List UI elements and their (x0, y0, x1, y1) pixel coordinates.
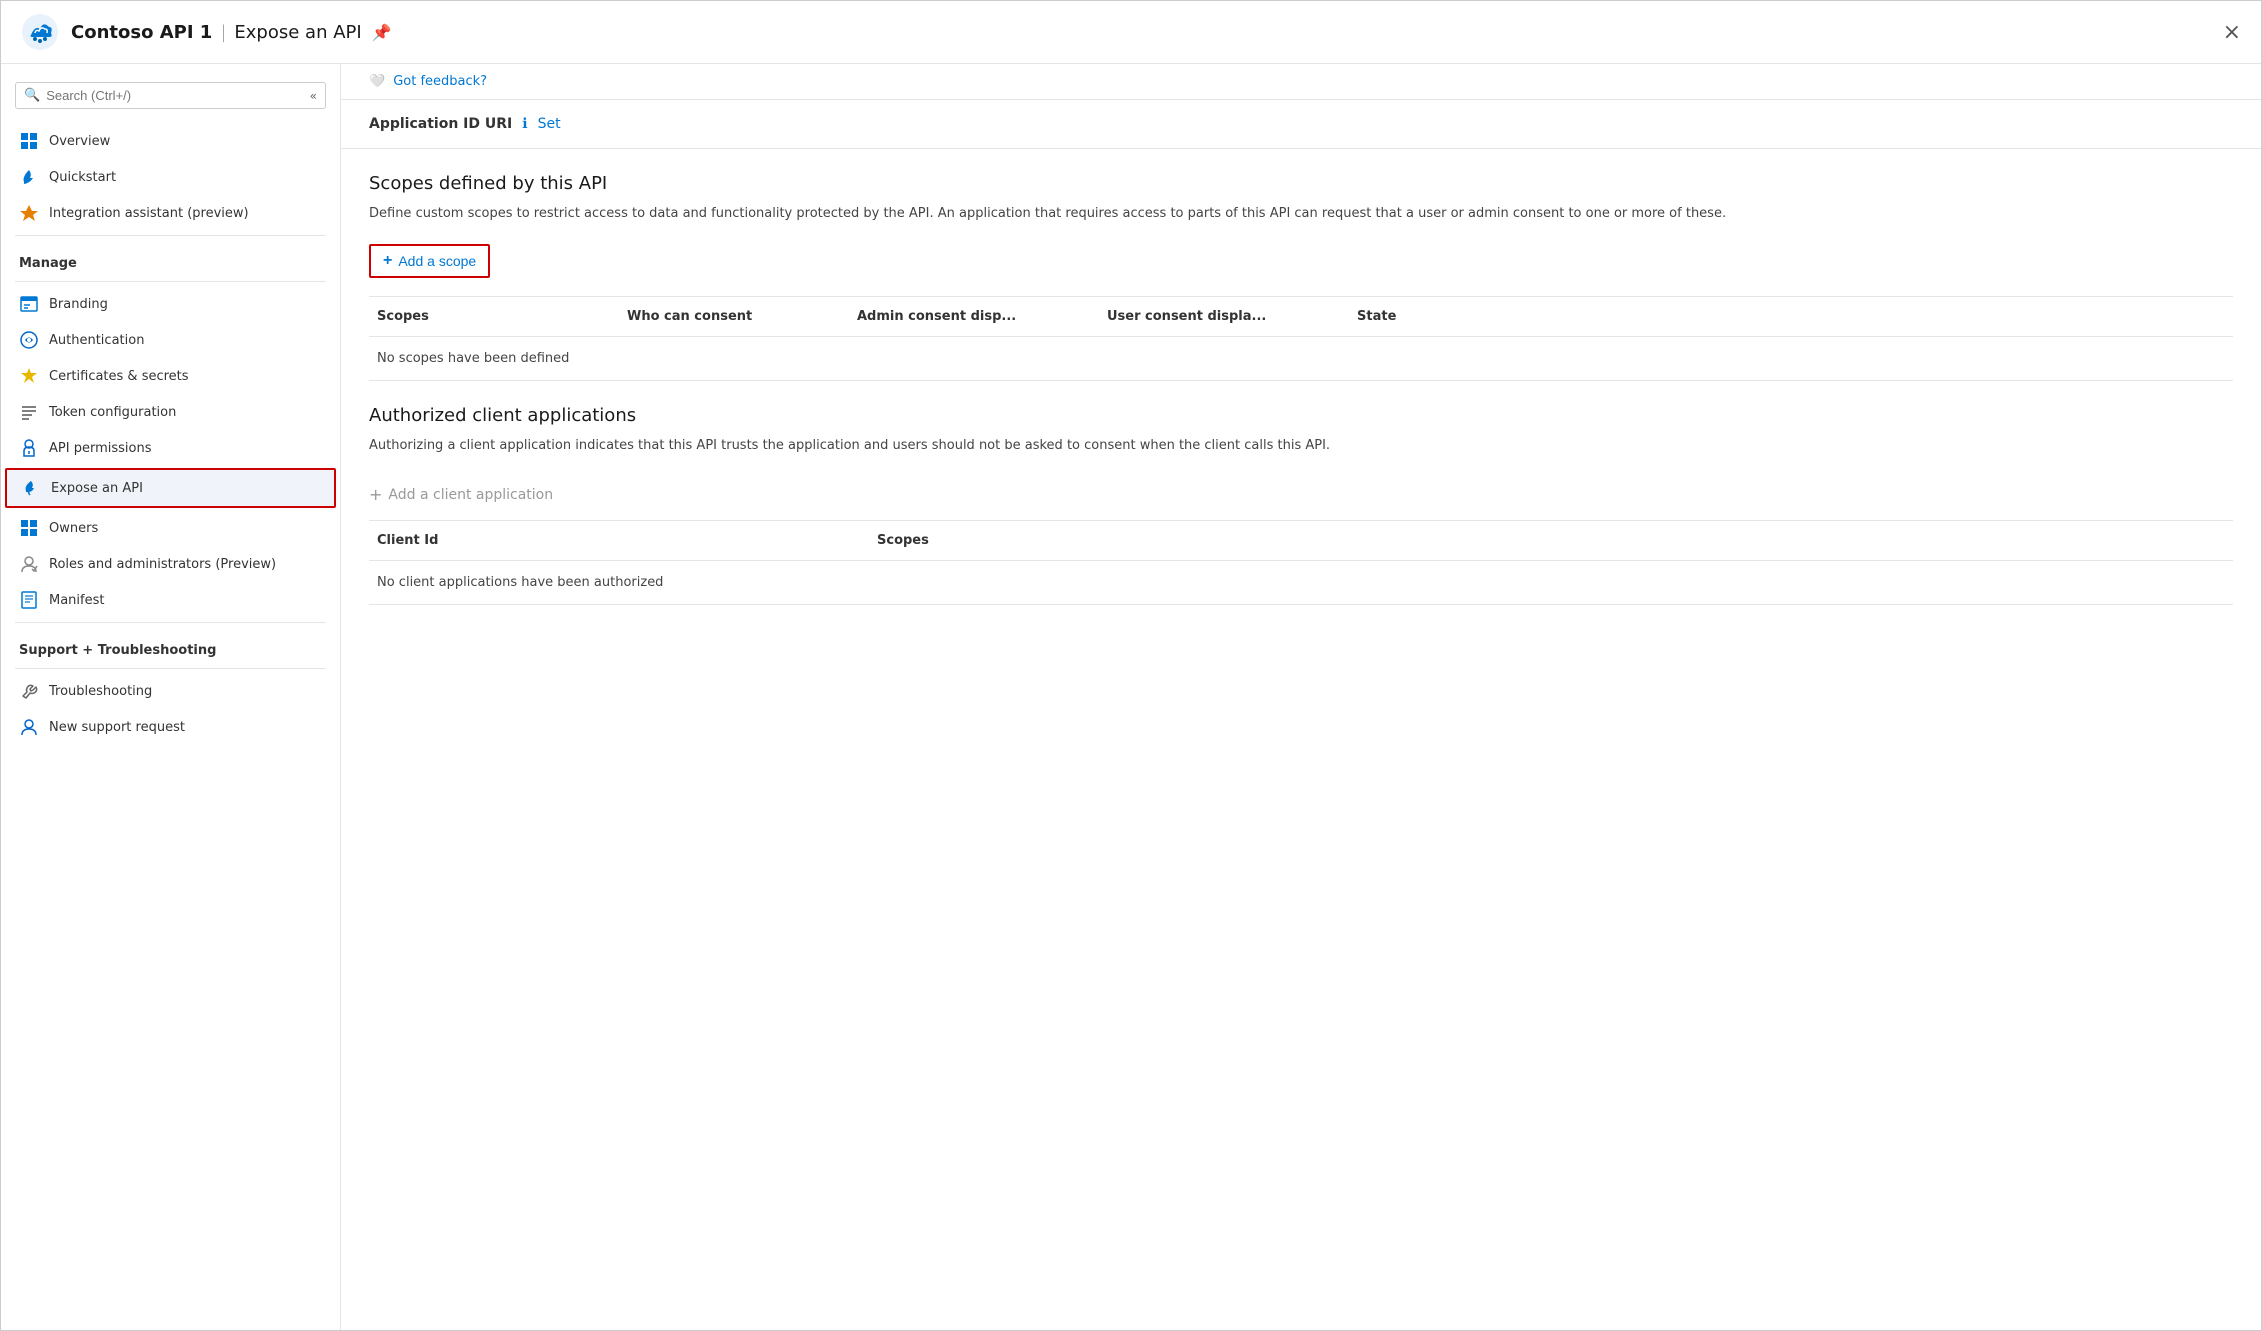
integration-icon (19, 203, 39, 223)
client-col-id: Client Id (369, 529, 869, 552)
scopes-col-admin-consent: Admin consent disp... (849, 305, 1099, 328)
app-id-uri-label: Application ID URI (369, 116, 512, 132)
feedback-heart-icon: 🤍 (369, 74, 385, 89)
add-scope-button[interactable]: + Add a scope (369, 244, 490, 278)
sidebar-item-overview-label: Overview (49, 134, 110, 149)
sidebar-item-integration[interactable]: Integration assistant (preview) (1, 195, 340, 231)
scopes-col-who-can-consent: Who can consent (619, 305, 849, 328)
scopes-table-header: Scopes Who can consent Admin consent dis… (369, 296, 2233, 337)
branding-icon (19, 294, 39, 314)
scopes-description: Define custom scopes to restrict access … (369, 204, 2233, 224)
scopes-title: Scopes defined by this API (369, 173, 2233, 194)
scopes-empty-row: No scopes have been defined (369, 337, 2233, 381)
support-divider (15, 622, 326, 623)
sidebar-item-authentication[interactable]: Authentication (1, 322, 340, 358)
sidebar-item-expose-api[interactable]: Expose an API (5, 468, 336, 508)
api-perm-icon (19, 438, 39, 458)
sidebar-item-integration-label: Integration assistant (preview) (49, 206, 249, 221)
sidebar-item-manifest-label: Manifest (49, 593, 104, 608)
scopes-col-user-consent: User consent displa... (1099, 305, 1349, 328)
client-table-header: Client Id Scopes (369, 520, 2233, 561)
auth-client-section: Authorized client applications Authorizi… (341, 381, 2261, 606)
roles-icon (19, 554, 39, 574)
manage-divider2 (15, 281, 326, 282)
sidebar-item-quickstart[interactable]: Quickstart (1, 159, 340, 195)
sidebar-item-roles[interactable]: Roles and administrators (Preview) (1, 546, 340, 582)
search-input[interactable] (46, 88, 303, 103)
sidebar-item-api-permissions[interactable]: API permissions (1, 430, 340, 466)
sidebar-item-api-perm-label: API permissions (49, 441, 151, 456)
pin-icon[interactable]: 📌 (372, 23, 392, 42)
client-empty-row: No client applications have been authori… (369, 561, 2233, 605)
plus-icon: + (383, 252, 392, 270)
set-link[interactable]: Set (538, 116, 561, 132)
add-client-label: Add a client application (388, 487, 553, 503)
search-box[interactable]: 🔍 « (15, 82, 326, 109)
manage-section-label: Manage (1, 240, 340, 277)
header: Contoso API 1 | Expose an API 📌 × (1, 1, 2261, 64)
app-name: Contoso API 1 (71, 22, 212, 43)
quickstart-icon (19, 167, 39, 187)
sidebar-item-certs[interactable]: Certificates & secrets (1, 358, 340, 394)
info-icon: ℹ (522, 116, 527, 132)
app-logo (21, 13, 59, 51)
feedback-bar[interactable]: 🤍 Got feedback? (341, 64, 2261, 100)
support-divider2 (15, 668, 326, 669)
sidebar: 🔍 « Overview Quickstart (1, 64, 341, 1330)
sidebar-item-new-support[interactable]: New support request (1, 709, 340, 745)
scopes-section: Scopes defined by this API Define custom… (341, 149, 2261, 381)
sidebar-item-owners-label: Owners (49, 521, 98, 536)
add-client-button: + Add a client application (369, 475, 2233, 514)
header-title: Contoso API 1 | Expose an API (71, 22, 362, 43)
manage-divider (15, 235, 326, 236)
sidebar-item-troubleshooting[interactable]: Troubleshooting (1, 673, 340, 709)
collapse-icon[interactable]: « (310, 89, 317, 103)
expose-icon (21, 478, 41, 498)
header-separator: | (220, 22, 226, 43)
certs-icon (19, 366, 39, 386)
sidebar-item-authentication-label: Authentication (49, 333, 144, 348)
sidebar-item-certs-label: Certificates & secrets (49, 369, 189, 384)
sidebar-item-branding-label: Branding (49, 297, 108, 312)
app-id-uri-row: Application ID URI ℹ Set (341, 100, 2261, 149)
app-container: Contoso API 1 | Expose an API 📌 × 🔍 « Ov… (0, 0, 2262, 1331)
scopes-col-scopes: Scopes (369, 305, 619, 328)
main-content: 🤍 Got feedback? Application ID URI ℹ Set… (341, 64, 2261, 1330)
manifest-icon (19, 590, 39, 610)
close-button[interactable]: × (2223, 20, 2241, 45)
sidebar-item-expose-api-label: Expose an API (51, 481, 143, 496)
add-scope-label: Add a scope (398, 253, 476, 269)
owners-icon (19, 518, 39, 538)
add-client-plus-icon: + (369, 485, 382, 504)
support-icon (19, 717, 39, 737)
sidebar-item-token-label: Token configuration (49, 405, 176, 420)
token-icon (19, 402, 39, 422)
body-layout: 🔍 « Overview Quickstart (1, 64, 2261, 1330)
sidebar-item-troubleshooting-label: Troubleshooting (49, 684, 152, 699)
client-col-scopes: Scopes (869, 529, 1169, 552)
sidebar-item-overview[interactable]: Overview (1, 123, 340, 159)
scopes-col-state: State (1349, 305, 1469, 328)
sidebar-item-token[interactable]: Token configuration (1, 394, 340, 430)
auth-client-description: Authorizing a client application indicat… (369, 436, 2233, 456)
sidebar-item-branding[interactable]: Branding (1, 286, 340, 322)
page-title: Expose an API (234, 22, 361, 43)
sidebar-item-manifest[interactable]: Manifest (1, 582, 340, 618)
sidebar-item-owners[interactable]: Owners (1, 510, 340, 546)
support-section-label: Support + Troubleshooting (1, 627, 340, 664)
sidebar-item-quickstart-label: Quickstart (49, 170, 116, 185)
troubleshoot-icon (19, 681, 39, 701)
auth-client-title: Authorized client applications (369, 405, 2233, 426)
overview-icon (19, 131, 39, 151)
sidebar-item-new-support-label: New support request (49, 720, 185, 735)
feedback-label[interactable]: Got feedback? (393, 74, 487, 89)
auth-icon (19, 330, 39, 350)
sidebar-item-roles-label: Roles and administrators (Preview) (49, 557, 276, 572)
search-icon: 🔍 (24, 88, 40, 103)
